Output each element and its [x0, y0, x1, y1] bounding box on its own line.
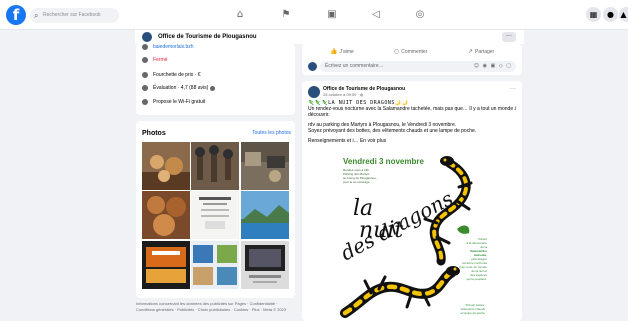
price-icon: [142, 72, 148, 78]
info-wifi-row: Propose le Wi-Fi gratuit: [142, 98, 205, 106]
wifi-icon: [142, 99, 148, 105]
photo-thumbnail[interactable]: [191, 191, 239, 239]
comment-tools-icon[interactable]: ☺ ◉ ▣ ◇ ▢: [474, 63, 512, 70]
thumbs-up-icon: 👍: [330, 48, 338, 55]
page-footer-links[interactable]: Informations concernant les données des …: [136, 301, 295, 313]
info-status-row: Fermé: [142, 56, 167, 64]
photo-thumbnail[interactable]: [191, 241, 239, 289]
globe-icon: [142, 44, 148, 50]
event-poster-image[interactable]: Vendredi 3 novembre Rendez-vous à 19h Pa…: [331, 153, 493, 321]
comment-placeholder: Écrivez un commentaire…: [325, 63, 384, 69]
price-range: Fourchette de prix · €: [153, 71, 201, 78]
user-avatar: [308, 62, 317, 71]
page-avatar[interactable]: [142, 32, 152, 42]
poster-bottom-line: et lampe de poche: [460, 311, 485, 315]
rating-text: Évaluation · 4,7 (88 avis): [153, 84, 209, 91]
post-date-text: 25 octobre à 09:09 ·: [323, 92, 360, 97]
comment-input[interactable]: Écrivez un commentaire… ☺ ◉ ▣ ◇ ▢: [320, 61, 516, 72]
photo-thumbnail[interactable]: [241, 241, 289, 289]
like-button[interactable]: 👍 J'aime: [330, 48, 354, 56]
wifi-text: Propose le Wi-Fi gratuit: [153, 98, 206, 105]
info-icon[interactable]: [210, 85, 216, 91]
see-all-photos-link[interactable]: Toutes les photos: [252, 130, 291, 137]
post-date[interactable]: 25 octobre à 09:09 · ◍: [323, 92, 363, 98]
info-price-row: Fourchette de prix · €: [142, 71, 201, 79]
notifications-icon[interactable]: ▲: [619, 7, 628, 22]
share-icon: ↗: [468, 48, 474, 55]
post-more-options[interactable]: ···: [510, 86, 516, 93]
facebook-logo[interactable]: f: [6, 5, 26, 25]
opening-status: Fermé: [153, 56, 168, 63]
menu-grid-icon[interactable]: ▦: [586, 7, 601, 22]
page-title[interactable]: Office de Tourisme de Plougasnou: [158, 33, 257, 41]
gaming-icon[interactable]: ◎: [413, 8, 427, 22]
home-icon[interactable]: ⌂: [233, 8, 247, 22]
post-card: Office de Tourisme de Plougasnou 25 octo…: [302, 81, 522, 321]
search-box[interactable]: ⌕ Rechercher sur Facebook: [30, 8, 119, 23]
photo-thumbnail[interactable]: [142, 241, 190, 289]
post-see-more[interactable]: Renseignements et i… En voir plus: [308, 138, 516, 144]
page-header-strip: Office de Tourisme de Plougasnou ···: [135, 30, 524, 44]
photos-title: Photos: [142, 130, 166, 137]
clock-icon: [142, 57, 148, 63]
comment-label: Commenter: [401, 49, 428, 55]
info-website-row[interactable]: baiedemorlaix.bzh: [142, 43, 194, 51]
search-icon: ⌕: [34, 11, 39, 20]
photos-card: Photos Toutes les photos: [136, 121, 295, 298]
website-link[interactable]: baiedemorlaix.bzh: [153, 44, 194, 51]
more-options-button[interactable]: ···: [502, 32, 516, 42]
video-icon[interactable]: ▣: [325, 8, 339, 22]
share-label: Partager: [475, 49, 495, 55]
info-rating-row: Évaluation · 4,7 (88 avis): [142, 84, 216, 92]
page-info-card: baiedemorlaix.bzh Fermé Fourchette de pr…: [136, 44, 295, 115]
photo-thumbnail[interactable]: [142, 191, 190, 239]
top-navigation-bar: f ⌕ Rechercher sur Facebook ⌂ ⚑ ▣ ◁ ◎ ▦ …: [0, 0, 628, 30]
globe-icon: ◍: [359, 92, 364, 97]
like-label: J'aime: [339, 49, 354, 55]
star-icon: [142, 85, 148, 91]
flag-icon[interactable]: ⚑: [279, 8, 293, 22]
comment-composer: Écrivez un commentaire… ☺ ◉ ▣ ◇ ▢: [308, 61, 516, 72]
post-author-avatar[interactable]: [308, 86, 320, 98]
comment-icon: ○: [394, 48, 400, 55]
comment-button[interactable]: ○ Commenter: [394, 48, 427, 56]
share-button[interactable]: ↗ Partager: [468, 48, 494, 56]
photo-thumbnail[interactable]: [241, 191, 289, 239]
photo-thumbnail[interactable]: [142, 142, 190, 190]
previous-post-actions: 👍 J'aime ○ Commenter ↗ Partager Écrivez un …: [302, 44, 522, 75]
megaphone-icon[interactable]: ◁: [369, 8, 383, 22]
search-placeholder: Rechercher sur Facebook: [43, 12, 101, 18]
photo-thumbnail[interactable]: [241, 142, 289, 190]
messenger-icon[interactable]: ●: [603, 7, 618, 22]
photo-thumbnail[interactable]: [191, 142, 239, 190]
post-text-line: Soyez prévoyant des bottes, des vêtement…: [308, 128, 477, 134]
post-text-line: découvrir.: [308, 112, 330, 118]
poster-side-line: qui la peuplent.: [466, 277, 487, 281]
